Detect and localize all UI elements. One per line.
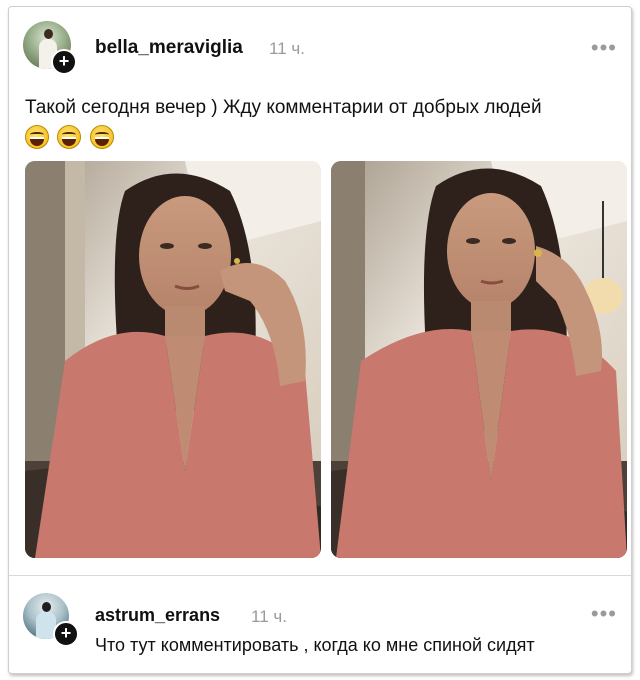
post-text: Такой сегодня вечер ) Жду комментарии от… xyxy=(25,97,542,118)
grinning-sweat-emoji-icon xyxy=(89,125,114,149)
comment-time: 11 ч. xyxy=(251,607,287,626)
post-time: 11 ч. xyxy=(269,39,305,58)
comment-username[interactable]: astrum_errans xyxy=(95,605,220,626)
author-avatar[interactable]: + xyxy=(23,21,77,75)
post-photo-1[interactable] xyxy=(25,161,321,558)
comment-divider xyxy=(9,575,631,576)
comment-text: Что тут комментировать , когда ко мне сп… xyxy=(95,635,535,655)
comment-more-options-icon[interactable]: ••• xyxy=(591,601,617,627)
grinning-sweat-emoji-icon xyxy=(25,125,49,149)
follow-plus-icon[interactable]: + xyxy=(51,49,77,75)
commenter-avatar[interactable]: + xyxy=(23,593,79,647)
grinning-sweat-emoji-icon xyxy=(57,125,82,149)
post-photo-2[interactable] xyxy=(331,161,627,558)
comment: + astrum_errans 11 ч. ••• Что тут коммен… xyxy=(23,593,617,663)
post-header: + bella_meraviglia 11 ч. ••• xyxy=(23,21,617,75)
post-username[interactable]: bella_meraviglia xyxy=(95,37,243,59)
more-options-icon[interactable]: ••• xyxy=(591,35,617,61)
emoji-row xyxy=(25,125,118,153)
follow-plus-icon[interactable]: + xyxy=(53,621,79,647)
post-card: + bella_meraviglia 11 ч. ••• Такой сегод… xyxy=(8,6,632,674)
